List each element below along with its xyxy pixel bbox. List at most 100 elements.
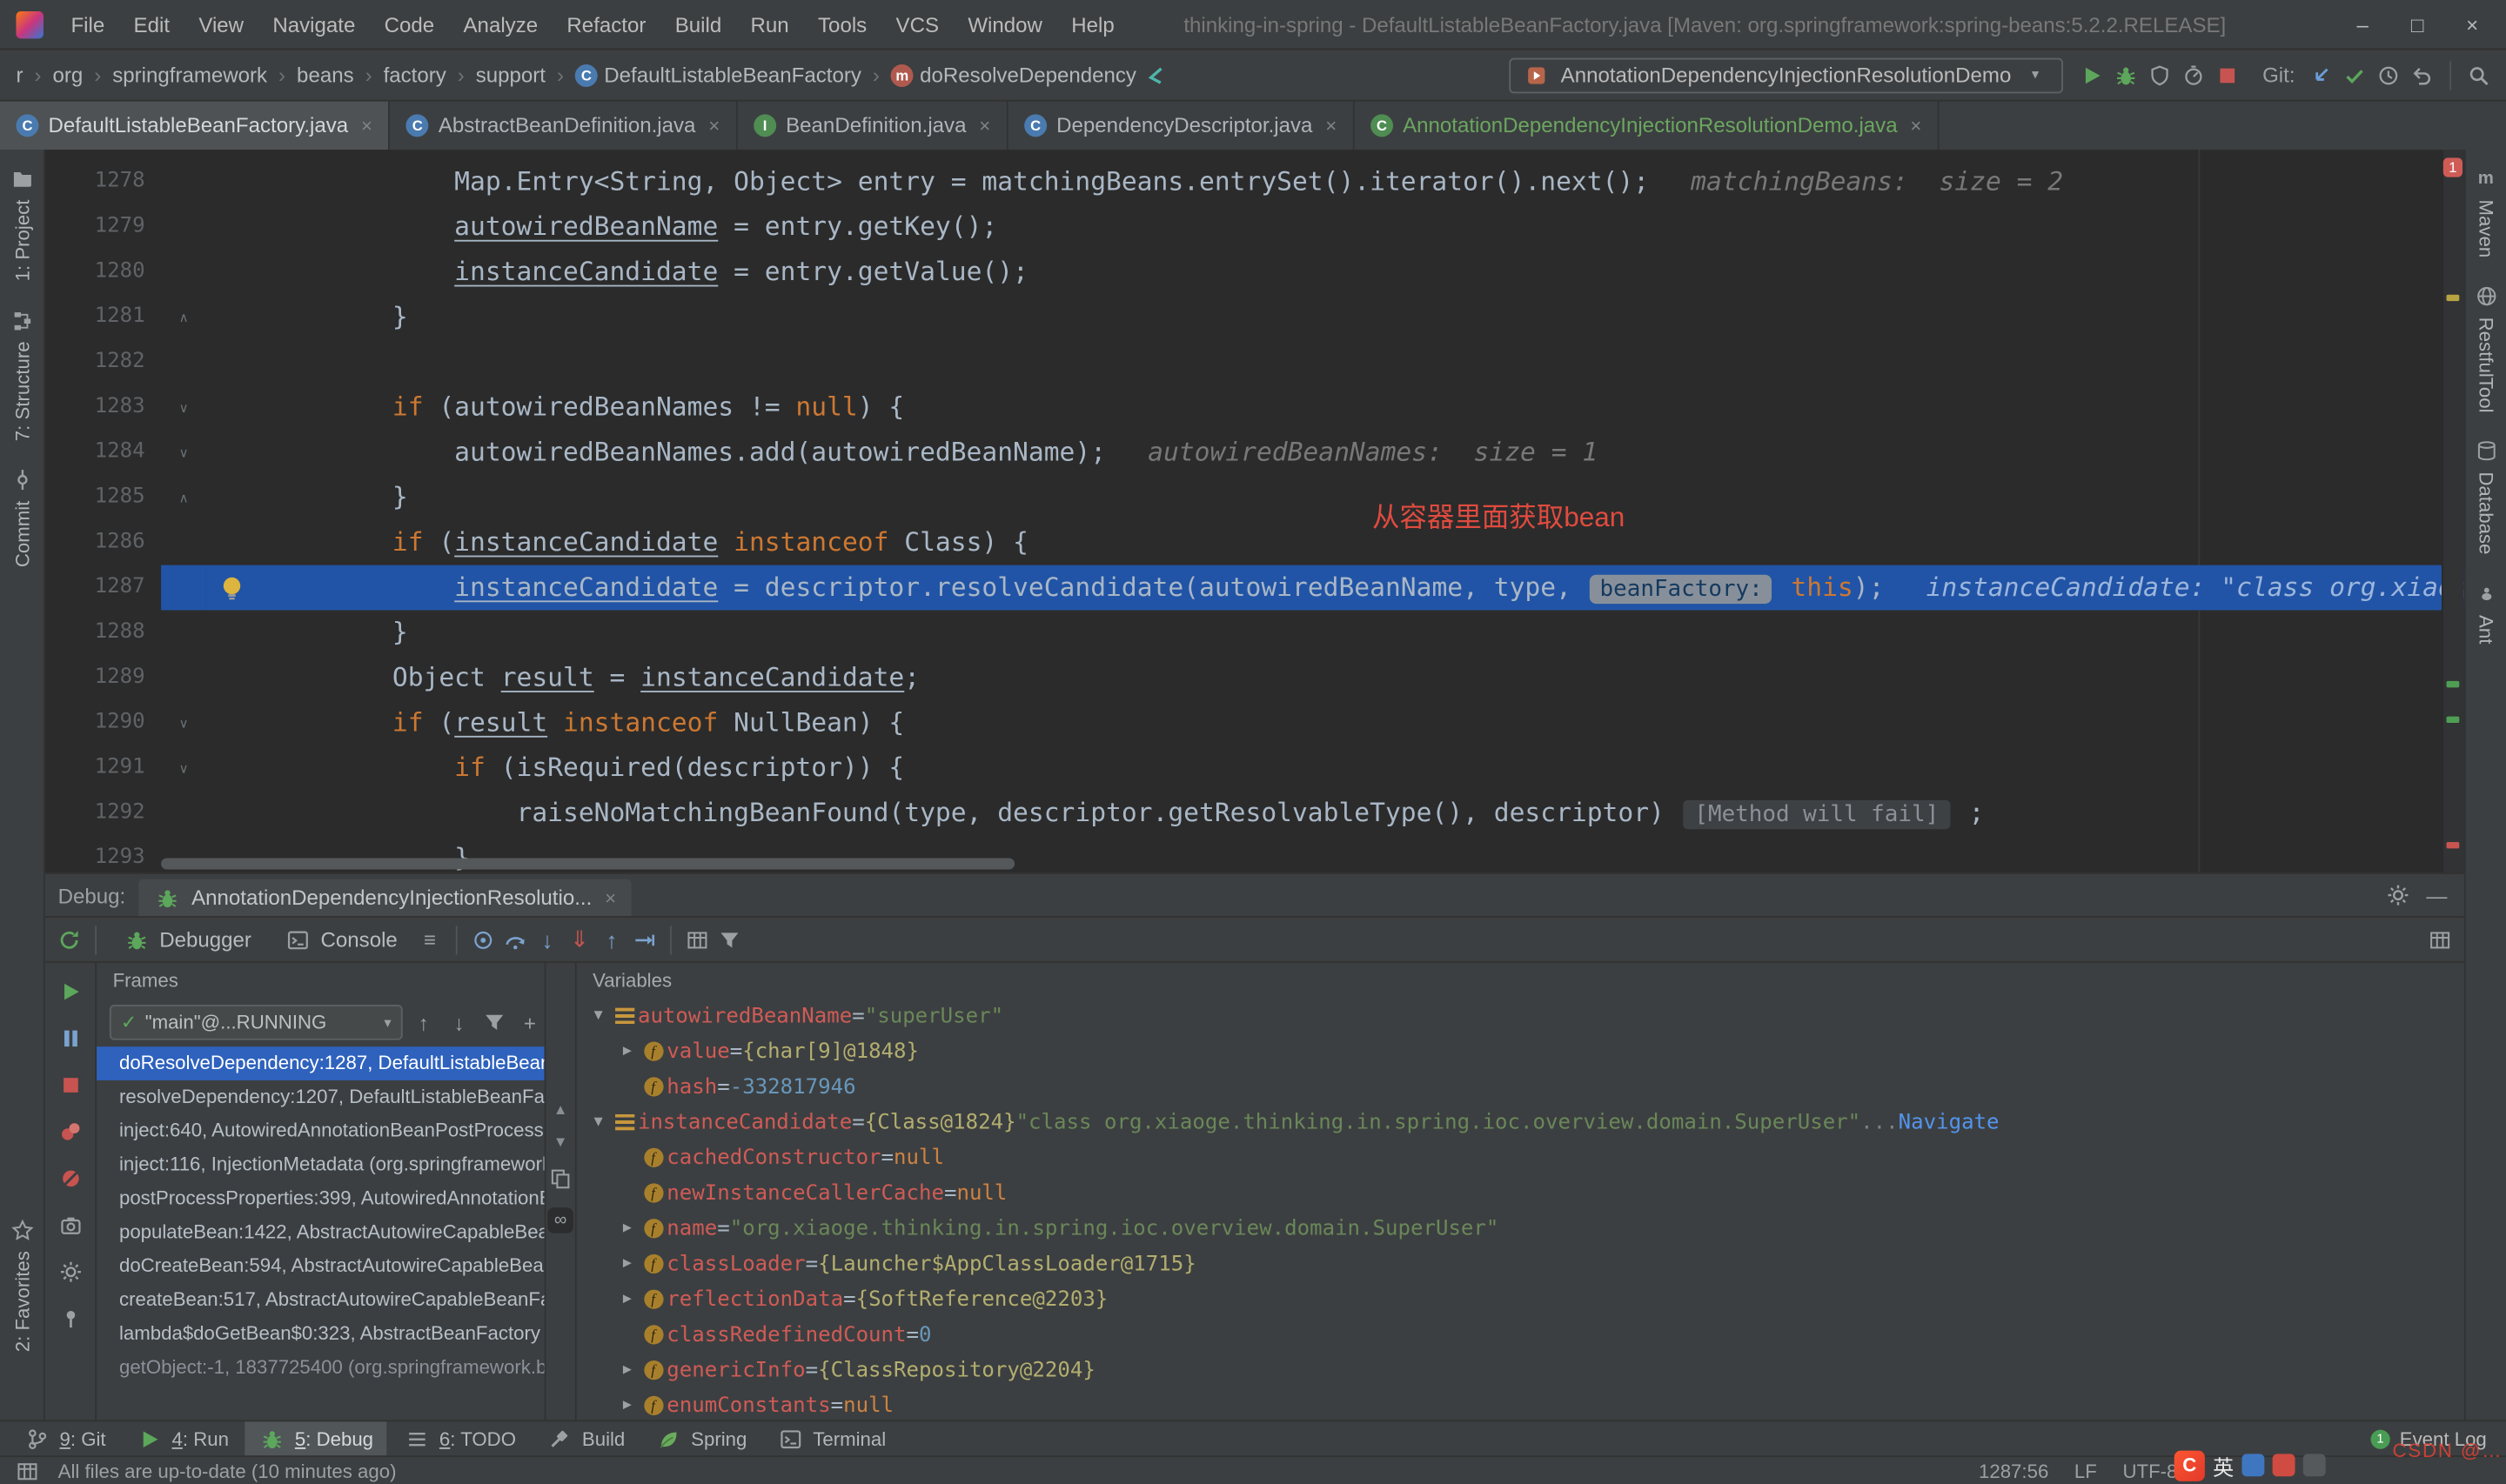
line-number[interactable]: 1279 <box>45 204 161 250</box>
tool-window-switcher-icon[interactable] <box>13 1458 42 1484</box>
show-execution-point-button[interactable] <box>468 926 497 953</box>
scroll-up-icon[interactable]: ▲ <box>553 1101 568 1118</box>
menu-view[interactable]: View <box>184 12 258 37</box>
code-text[interactable]: if (autowiredBeanNames != null) { <box>206 384 2464 430</box>
tree-toggle-icon[interactable]: ▼ <box>586 1114 611 1131</box>
tree-toggle-icon[interactable]: ▶ <box>615 1362 640 1379</box>
tool-window-button-spring[interactable]: Spring <box>641 1420 760 1456</box>
code-text[interactable]: } <box>206 475 2464 520</box>
scroll-down-icon[interactable]: ▼ <box>553 1133 568 1150</box>
status-message[interactable]: All files are up-to-date (10 minutes ago… <box>58 1460 397 1482</box>
layout-settings-icon[interactable] <box>2425 926 2454 953</box>
line-number[interactable]: 1281 <box>45 295 161 340</box>
fold-marker-icon[interactable]: ∨ <box>161 745 206 791</box>
tree-toggle-icon[interactable]: ▶ <box>615 1398 640 1414</box>
tab-console[interactable]: Console <box>269 916 412 963</box>
copy-stack-icon[interactable] <box>546 1166 574 1192</box>
change-stripe-mark[interactable] <box>2446 680 2460 688</box>
async-traces-icon[interactable]: ∞ <box>547 1207 573 1233</box>
variable-row[interactable]: f hash = -332817946 <box>577 1069 2464 1105</box>
variable-row[interactable]: ▼ instanceCandidate = {Class@1824} "class… <box>577 1105 2464 1140</box>
menu-code[interactable]: Code <box>370 12 449 37</box>
fold-marker-icon[interactable]: ∨ <box>161 700 206 745</box>
menu-help[interactable]: Help <box>1057 12 1129 37</box>
menu-vcs[interactable]: VCS <box>881 12 954 37</box>
close-icon[interactable]: × <box>708 113 720 136</box>
back-arrow-icon[interactable] <box>1140 62 1169 88</box>
line-number[interactable]: 1282 <box>45 340 161 385</box>
commit-button[interactable] <box>2340 62 2369 88</box>
code-text[interactable]: } <box>206 610 2464 655</box>
tool-window-button-database[interactable]: Database <box>2471 438 2500 555</box>
rerun-button[interactable] <box>55 926 84 953</box>
variable-row[interactable]: ▶ f value = {char[9]@1848} <box>577 1033 2464 1069</box>
tool-window-button--run[interactable]: 4: Run <box>122 1420 242 1456</box>
line-number[interactable]: 1278 <box>45 159 161 204</box>
stack-frame-row[interactable]: getObject:-1, 1837725400 (org.springfram… <box>97 1351 545 1385</box>
error-stripe[interactable]: 1 <box>2441 150 2464 873</box>
stack-frame-row[interactable]: populateBean:1422, AbstractAutowireCapab… <box>97 1215 545 1249</box>
stack-frame-row[interactable]: lambda$doGetBean$0:323, AbstractBeanFact… <box>97 1317 545 1351</box>
pin-tab-button[interactable] <box>56 1306 84 1332</box>
tool-window-button--debug[interactable]: 5: Debug <box>245 1420 386 1457</box>
error-stripe-mark[interactable] <box>2446 842 2460 849</box>
code-text[interactable]: autowiredBeanName = entry.getKey(); <box>206 204 2464 250</box>
menu-analyze[interactable]: Analyze <box>449 12 553 37</box>
menu-file[interactable]: File <box>57 12 119 37</box>
horizontal-scrollbar[interactable] <box>161 858 2438 870</box>
variable-row[interactable]: ▶ f name = "org.xiaoge.thinking.in.spring.… <box>577 1211 2464 1247</box>
variable-row[interactable]: ▶ f genericInfo = {ClassRepository@2204} <box>577 1353 2464 1388</box>
close-icon[interactable]: × <box>1910 113 1921 136</box>
stop-button[interactable] <box>2213 62 2241 88</box>
line-number[interactable]: 1292 <box>45 791 161 836</box>
code-text[interactable]: instanceCandidate = entry.getValue(); <box>206 250 2464 295</box>
tool-window-button-ant[interactable]: Ant <box>2471 581 2500 644</box>
error-count-badge[interactable]: 1 <box>2442 157 2463 177</box>
debug-button[interactable] <box>2111 62 2140 88</box>
previous-frame-button[interactable]: ↑ <box>409 1010 438 1034</box>
variable-row[interactable]: ▶ f reflectionData = {SoftReference@2203} <box>577 1281 2464 1317</box>
breadcrumb-item[interactable]: factory <box>380 63 450 87</box>
caret-position[interactable]: 1287:56 <box>1979 1460 2048 1482</box>
fold-marker-icon[interactable]: ∨ <box>161 430 206 475</box>
code-text[interactable]: instanceCandidate = descriptor.resolveCa… <box>205 565 2464 611</box>
run-configuration-select[interactable]: AnnotationDependencyInjectionResolutionD… <box>1509 57 2063 93</box>
variable-row[interactable]: f cachedConstructor = null <box>577 1140 2464 1175</box>
update-project-button[interactable] <box>2306 62 2335 88</box>
line-number[interactable]: 1286 <box>45 520 161 565</box>
rollback-button[interactable] <box>2408 62 2436 88</box>
breadcrumb-item[interactable]: r <box>13 63 26 87</box>
line-number[interactable]: 1284 <box>45 430 161 475</box>
navigate-link[interactable]: Navigate <box>1899 1110 2000 1134</box>
thread-select[interactable]: ✓ "main"@...RUNNING ▾ <box>109 1004 403 1040</box>
code-text[interactable]: if (instanceCandidate instanceof Class) … <box>206 520 2464 565</box>
menu-window[interactable]: Window <box>954 12 1057 37</box>
line-number[interactable]: 1287 <box>45 565 161 611</box>
line-number[interactable]: 1288 <box>45 610 161 655</box>
tree-toggle-icon[interactable]: ▶ <box>615 1291 640 1307</box>
gear-icon[interactable] <box>2383 882 2412 908</box>
thread-dump-button[interactable] <box>56 1213 84 1239</box>
run-button[interactable] <box>2077 62 2106 88</box>
editor-tab[interactable]: C AbstractBeanDefinition.java × <box>390 101 738 150</box>
hide-frames-filter-button[interactable] <box>480 1010 509 1036</box>
change-stripe-mark[interactable] <box>2446 716 2460 724</box>
menu-run[interactable]: Run <box>736 12 803 37</box>
code-editor[interactable]: 1278 Map.Entry<String, Object> entry = m… <box>44 150 2464 873</box>
coverage-button[interactable] <box>2145 62 2174 88</box>
maximize-button[interactable]: □ <box>2390 0 2445 49</box>
pause-button[interactable] <box>56 1026 84 1052</box>
code-text[interactable]: autowiredBeanNames.add(autowiredBeanName… <box>206 430 2464 475</box>
code-text[interactable]: Object result = instanceCandidate; <box>206 655 2464 700</box>
menu-build[interactable]: Build <box>660 12 736 37</box>
run-to-cursor-button[interactable] <box>629 926 658 953</box>
step-out-button[interactable]: ↑ <box>597 926 626 953</box>
minimize-button[interactable]: – <box>2335 0 2390 49</box>
editor-tab[interactable]: I BeanDefinition.java × <box>738 101 1008 150</box>
history-button[interactable] <box>2374 62 2402 88</box>
breadcrumb-item[interactable]: m doResolveDependency <box>888 63 1140 87</box>
warning-stripe-mark[interactable] <box>2446 294 2460 302</box>
breadcrumb-item[interactable]: support <box>472 63 549 87</box>
breadcrumb-item[interactable]: org <box>50 63 86 87</box>
view-as-table-button[interactable] <box>682 926 711 953</box>
